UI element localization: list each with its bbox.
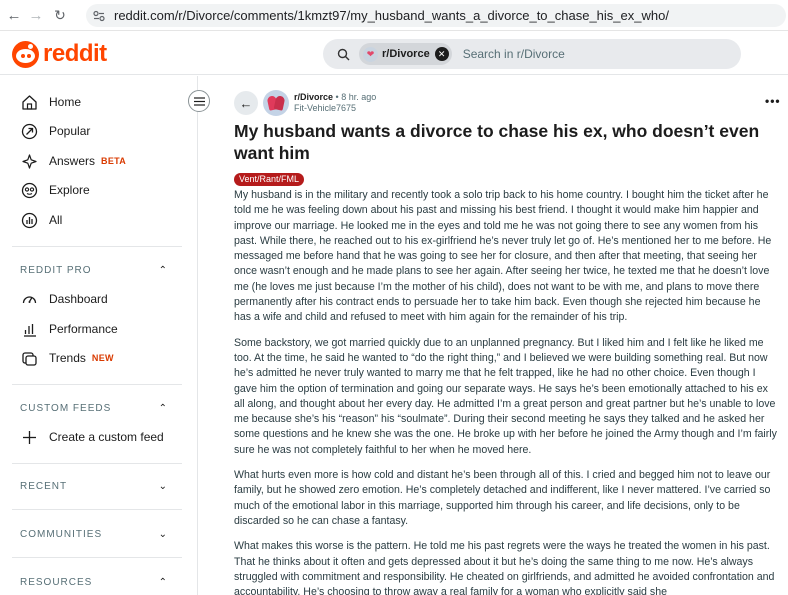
sidebar-item-label: All bbox=[49, 213, 63, 227]
sidebar-divider bbox=[12, 384, 182, 385]
popular-icon bbox=[20, 122, 38, 140]
section-header-reddit-pro[interactable]: REDDIT PRO ⌃ bbox=[20, 260, 168, 280]
section-header-recent[interactable]: RECENT ⌄ bbox=[20, 476, 168, 496]
address-bar[interactable]: reddit.com/r/Divorce/comments/1kmzt97/my… bbox=[86, 4, 786, 27]
logo-text: reddit bbox=[43, 40, 107, 67]
browser-back-icon[interactable]: ← bbox=[3, 4, 25, 26]
sidebar-item-popular[interactable]: Popular bbox=[20, 119, 90, 143]
answers-icon bbox=[20, 152, 38, 170]
post-flair[interactable]: Vent/Rant/FML bbox=[234, 173, 305, 186]
sidebar-divider bbox=[12, 557, 182, 558]
sidebar-item-label: Trends bbox=[49, 351, 86, 365]
post-meta: r/Divorce • 8 hr. ago Fit-Vehicle7675 bbox=[294, 92, 376, 114]
sidebar-item-label: Home bbox=[49, 95, 82, 109]
post-content: ← r/Divorce • 8 hr. ago Fit-Vehicle7675 … bbox=[199, 76, 788, 595]
author-link[interactable]: Fit-Vehicle7675 bbox=[294, 103, 376, 114]
post-title: My husband wants a divorce to chase his … bbox=[234, 121, 760, 163]
browser-toolbar: ← → ↻ reddit.com/r/Divorce/comments/1kmz… bbox=[0, 0, 788, 31]
create-custom-feed-button[interactable]: Create a custom feed bbox=[20, 425, 164, 449]
section-title: COMMUNITIES bbox=[20, 528, 103, 540]
section-title: REDDIT PRO bbox=[20, 264, 92, 276]
site-settings-icon[interactable] bbox=[92, 9, 106, 23]
search-input[interactable]: Search in r/Divorce bbox=[463, 47, 565, 61]
sidebar-item-home[interactable]: Home bbox=[20, 90, 81, 114]
section-header-custom-feeds[interactable]: CUSTOM FEEDS ⌃ bbox=[20, 398, 168, 418]
url-text[interactable]: reddit.com/r/Divorce/comments/1kmzt97/my… bbox=[114, 8, 669, 23]
sidebar-item-all[interactable]: All bbox=[20, 208, 62, 232]
chevron-up-icon: ⌃ bbox=[158, 576, 168, 588]
post-body: My husband is in the military and recent… bbox=[234, 188, 779, 595]
sidebar-item-trends[interactable]: Trends NEW bbox=[20, 346, 114, 370]
sidebar-item-label: Performance bbox=[49, 322, 118, 336]
explore-icon bbox=[20, 181, 38, 199]
dashboard-icon bbox=[20, 290, 38, 308]
post-time: 8 hr. ago bbox=[341, 92, 377, 102]
sidebar-item-label: Create a custom feed bbox=[49, 430, 164, 444]
reddit-snoo-icon bbox=[12, 40, 39, 68]
chevron-down-icon: ⌄ bbox=[158, 528, 168, 540]
collapse-sidebar-button[interactable] bbox=[188, 90, 210, 112]
reddit-logo[interactable]: reddit bbox=[12, 40, 107, 68]
more-options-button[interactable]: ••• bbox=[765, 94, 781, 108]
reddit-header: reddit ❤ r/Divorce ✕ Search in r/Divorce bbox=[0, 32, 788, 75]
menu-icon bbox=[193, 96, 205, 106]
arrow-left-icon: ← bbox=[239, 95, 253, 111]
sidebar-item-label: Popular bbox=[49, 124, 91, 138]
home-icon bbox=[20, 93, 38, 111]
section-title: CUSTOM FEEDS bbox=[20, 402, 112, 414]
sidebar-divider bbox=[12, 463, 182, 464]
sidebar-item-label: Answers bbox=[49, 154, 96, 168]
subreddit-search-chip[interactable]: ❤ r/Divorce ✕ bbox=[359, 43, 452, 65]
sidebar-item-dashboard[interactable]: Dashboard bbox=[20, 287, 108, 311]
chevron-down-icon: ⌄ bbox=[158, 480, 168, 492]
post-paragraph: What makes this worse is the pattern. He… bbox=[234, 540, 775, 595]
left-sidebar: Home Popular Answers BETA Explore All RE… bbox=[0, 76, 198, 595]
sidebar-item-explore[interactable]: Explore bbox=[20, 178, 90, 202]
chevron-up-icon: ⌃ bbox=[158, 264, 168, 276]
beta-badge: BETA bbox=[101, 156, 127, 166]
section-title: RECENT bbox=[20, 480, 68, 492]
browser-reload-icon[interactable]: ↻ bbox=[49, 4, 71, 26]
post-paragraph: What hurts even more is how cold and dis… bbox=[234, 469, 771, 527]
chevron-up-icon: ⌃ bbox=[158, 402, 168, 414]
chip-close-icon[interactable]: ✕ bbox=[434, 47, 449, 61]
performance-icon bbox=[20, 320, 38, 338]
section-header-resources[interactable]: RESOURCES ⌃ bbox=[20, 572, 168, 592]
section-header-communities[interactable]: COMMUNITIES ⌄ bbox=[20, 524, 168, 544]
subreddit-link[interactable]: r/Divorce bbox=[294, 92, 333, 102]
browser-forward-icon[interactable]: → bbox=[25, 4, 47, 26]
search-bar[interactable]: ❤ r/Divorce ✕ Search in r/Divorce bbox=[323, 39, 741, 69]
subreddit-chip-avatar-icon: ❤ bbox=[363, 46, 378, 62]
sidebar-item-label: Explore bbox=[49, 183, 90, 197]
chip-label: r/Divorce bbox=[382, 48, 430, 60]
sidebar-item-performance[interactable]: Performance bbox=[20, 317, 118, 341]
trends-icon bbox=[20, 349, 38, 367]
post-paragraph: Some backstory, we got married quickly d… bbox=[234, 336, 777, 456]
subreddit-avatar-icon[interactable] bbox=[263, 90, 289, 116]
section-title: RESOURCES bbox=[20, 576, 93, 588]
new-badge: NEW bbox=[91, 353, 114, 363]
search-icon bbox=[336, 47, 350, 61]
sidebar-divider bbox=[12, 246, 182, 247]
all-icon bbox=[20, 211, 38, 229]
plus-icon bbox=[20, 428, 38, 446]
post-paragraph: My husband is in the military and recent… bbox=[234, 189, 772, 324]
back-button[interactable]: ← bbox=[234, 91, 258, 115]
sidebar-item-label: Dashboard bbox=[49, 292, 108, 306]
sidebar-divider bbox=[12, 509, 182, 510]
sidebar-item-answers[interactable]: Answers BETA bbox=[20, 149, 126, 173]
